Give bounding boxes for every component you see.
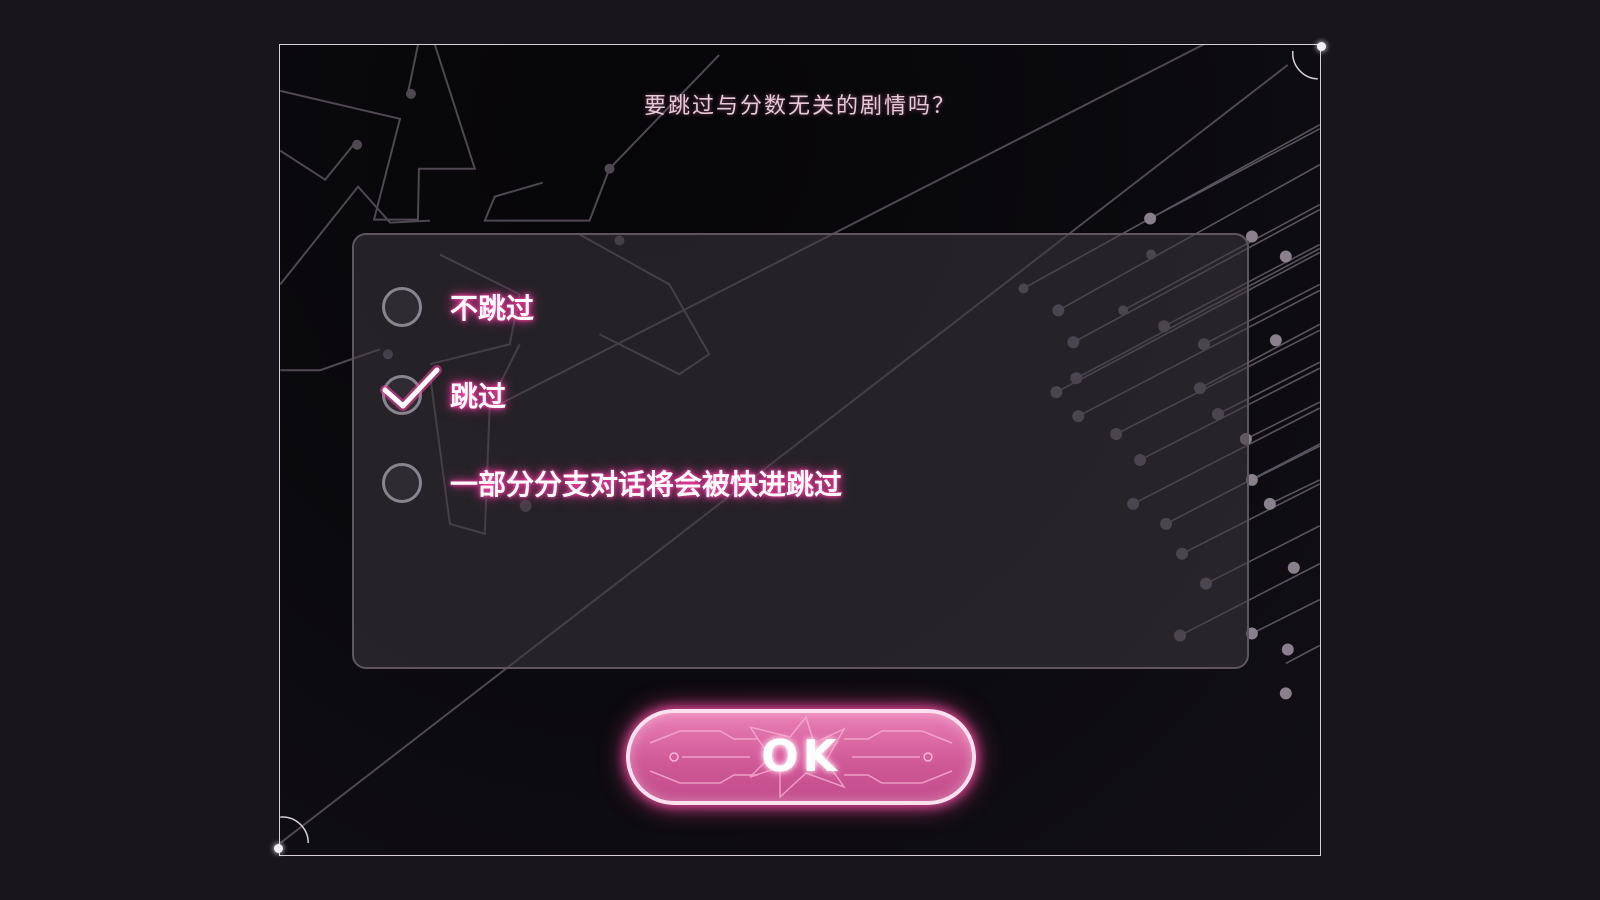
option-label: 不跳过 [450,292,535,325]
corner-dot-top-right [1317,42,1326,51]
options-panel: 不跳过 跳过 一部分分支对话将会被快进跳过 [352,233,1249,669]
option-label: 跳过 [450,380,507,413]
skip-dialog: 要跳过与分数无关的剧情吗？ 不跳过 跳过 一部分分支对话将会被快进跳过 OK [274,42,1326,856]
radio-button[interactable] [382,287,422,327]
option-partial-skip[interactable]: 一部分分支对话将会被快进跳过 [382,459,1082,507]
option-skip[interactable]: 跳过 [380,365,1082,419]
ok-button-label: OK [761,731,841,782]
radio-button-selected[interactable] [380,365,442,415]
ok-button[interactable]: OK [626,709,976,805]
dialog-title: 要跳过与分数无关的剧情吗？ [643,94,956,119]
corner-dot-bottom-left [274,844,283,853]
radio-button[interactable] [382,463,422,503]
checkmark-icon [380,365,442,411]
option-label: 一部分分支对话将会被快进跳过 [450,468,843,501]
option-no-skip[interactable]: 不跳过 [382,283,1082,331]
